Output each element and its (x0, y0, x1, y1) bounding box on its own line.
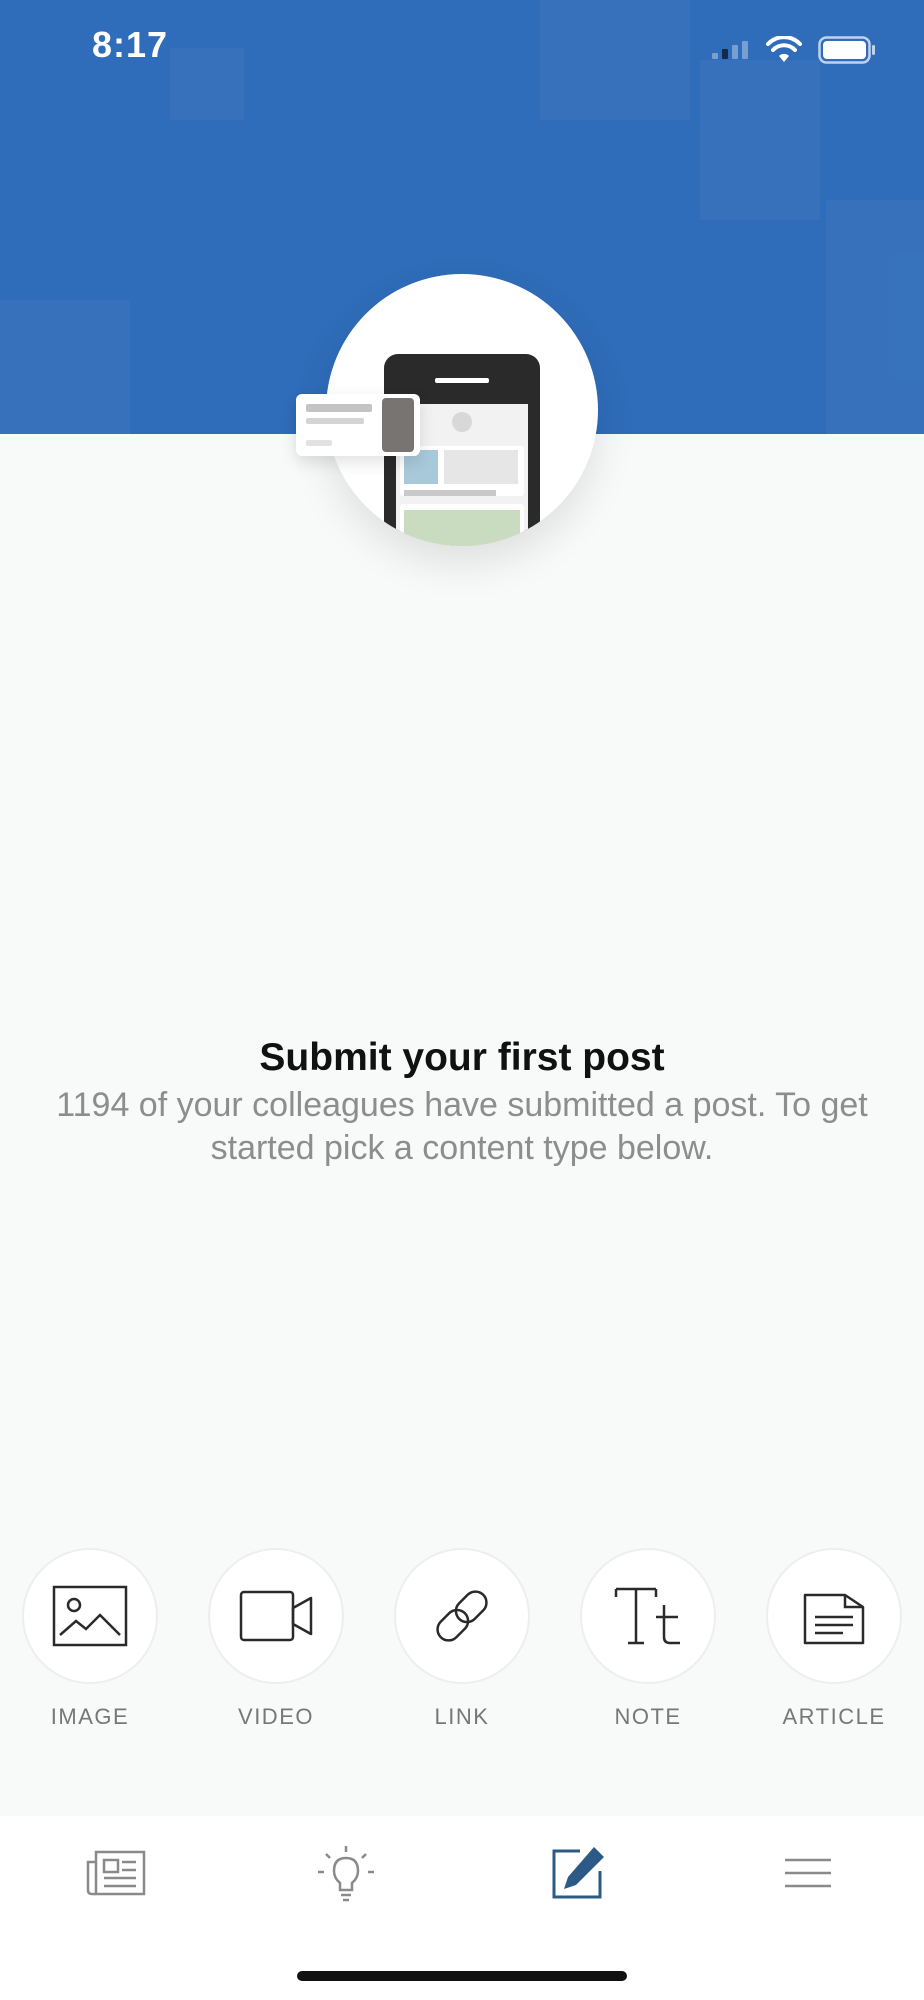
article-label: ARTICLE (782, 1704, 886, 1729)
empty-state-subtitle: 1194 of your colleagues have submitted a… (56, 1086, 868, 1167)
note-label: NOTE (614, 1704, 682, 1729)
floating-card-illustration (296, 394, 420, 456)
status-icons (710, 30, 876, 70)
content-type-link[interactable]: LINK (394, 1548, 530, 1730)
image-button[interactable] (22, 1548, 158, 1684)
nav-item-news[interactable] (76, 1838, 156, 1908)
hamburger-menu-icon (785, 1858, 831, 1888)
content-type-video[interactable]: VIDEO (208, 1548, 344, 1730)
image-icon (52, 1585, 128, 1647)
link-label: LINK (434, 1704, 490, 1729)
newspaper-icon (86, 1850, 146, 1896)
content-type-note[interactable]: NOTE (580, 1548, 716, 1730)
link-icon (436, 1590, 488, 1642)
status-time: 8:17 (92, 24, 169, 65)
video-button[interactable] (208, 1548, 344, 1684)
nav-item-menu[interactable] (768, 1838, 848, 1908)
content-type-article[interactable]: ARTICLE (766, 1548, 902, 1730)
content-type-image[interactable]: IMAGE (22, 1548, 158, 1730)
empty-state-title: Submit your first post (259, 1036, 665, 1079)
pencil-edit-icon (552, 1847, 604, 1899)
text-tt-icon (614, 1587, 680, 1645)
nav-item-submit[interactable] (538, 1838, 618, 1908)
document-icon (803, 1593, 865, 1645)
article-button[interactable] (766, 1548, 902, 1684)
screen: 8:17 Submit your first post 1194 of your… (0, 0, 924, 2000)
video-camera-icon (239, 1590, 313, 1642)
note-button[interactable] (580, 1548, 716, 1684)
card-illustration-icon (306, 398, 414, 452)
home-indicator (297, 1971, 627, 1981)
wifi-icon (766, 36, 802, 62)
image-label: IMAGE (50, 1704, 130, 1729)
video-label: VIDEO (238, 1704, 314, 1729)
nav-item-ideas[interactable] (306, 1838, 386, 1908)
lightbulb-icon (318, 1846, 374, 1902)
link-button[interactable] (394, 1548, 530, 1684)
battery-icon (818, 36, 875, 64)
cellular-signal-icon (712, 41, 748, 59)
